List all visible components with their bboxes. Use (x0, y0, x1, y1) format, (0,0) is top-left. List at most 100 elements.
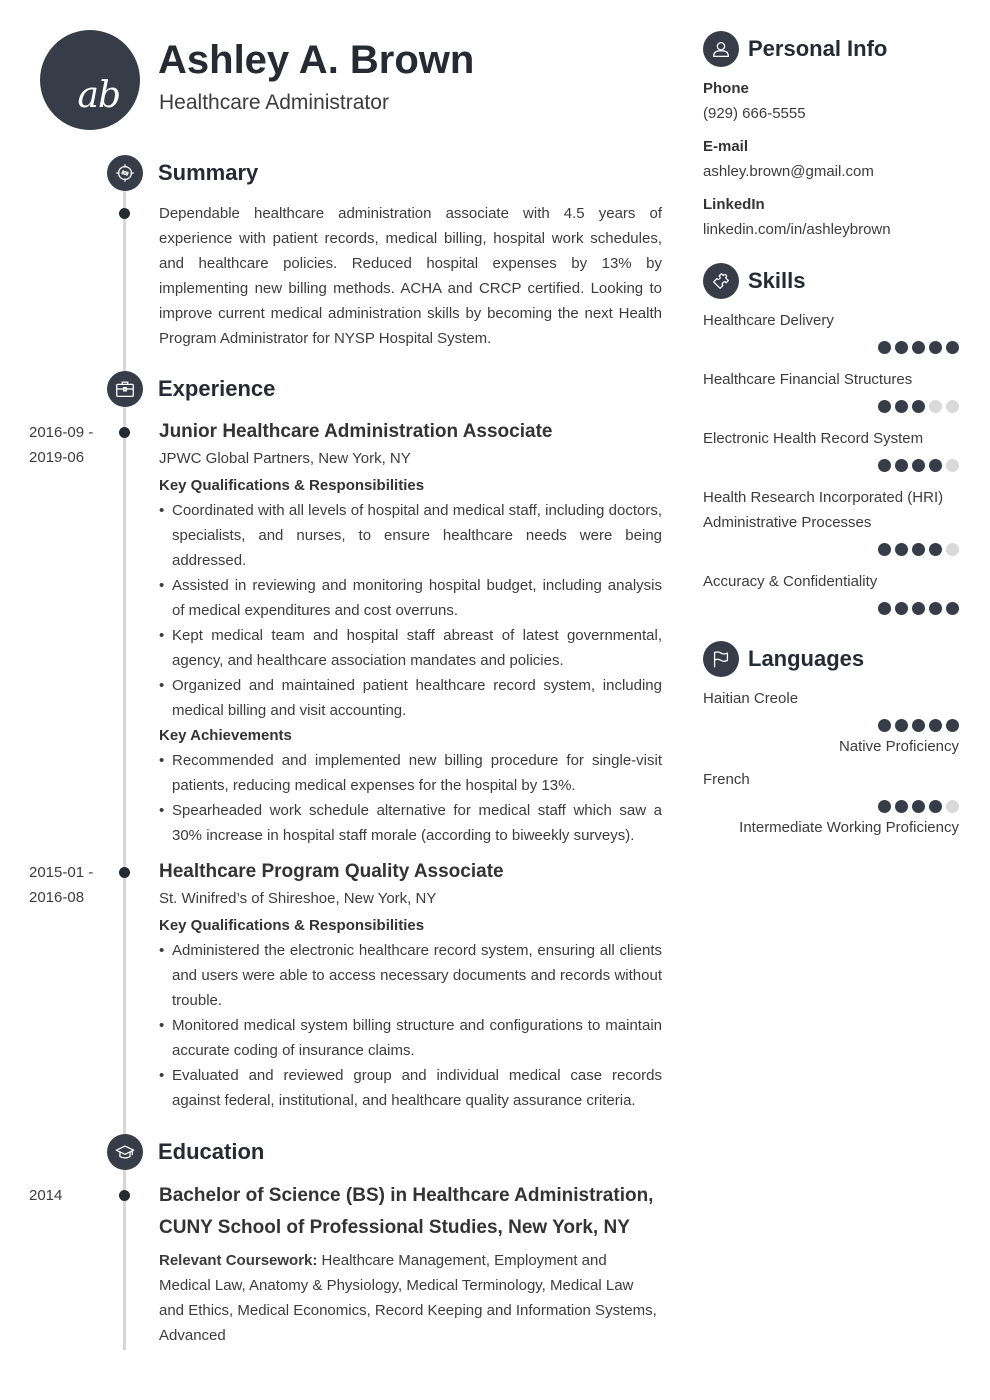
rating-dot-filled (946, 602, 959, 615)
timeline-dot (119, 208, 130, 219)
rating-dot-filled (878, 341, 891, 354)
rating-dot-filled (929, 341, 942, 354)
rating-dot-filled (912, 341, 925, 354)
language-level: Native Proficiency (838, 738, 959, 755)
rating-dot-filled (878, 602, 891, 615)
achievements-list: Recommended and implemented new billing … (159, 748, 662, 848)
coursework-label: Relevant Coursework: (159, 1252, 318, 1269)
briefcase-icon (107, 371, 143, 407)
rating-dot-filled (929, 800, 942, 813)
skill-name: Healthcare Delivery (703, 312, 834, 329)
rating-dot-filled (878, 400, 891, 413)
rating-dot-empty (946, 543, 959, 556)
job-date: 2016-09 - 2019-06 (29, 420, 109, 470)
responsibilities-list: Administered the electronic healthcare r… (159, 938, 662, 1113)
languages-list: Haitian Creole Native Proficiency French… (703, 686, 959, 840)
avatar-initials: ab (77, 75, 121, 116)
education-date: 2014 (29, 1187, 63, 1204)
rating-dot-filled (929, 602, 942, 615)
rating-dot-filled (929, 543, 942, 556)
info-linkedin: LinkedIn linkedin.com/in/ashleybrown (703, 192, 959, 242)
rating-dot-filled (878, 800, 891, 813)
coursework: Relevant Coursework: Healthcare Manageme… (159, 1248, 662, 1348)
list-item: Recommended and implemented new billing … (159, 748, 662, 798)
skill-item: Healthcare Financial Structures (703, 367, 959, 413)
rating-dot-filled (895, 341, 908, 354)
language-name: Haitian Creole (703, 690, 799, 707)
skill-item: Accuracy & Confidentiality (703, 569, 959, 615)
list-item: Organized and maintained patient healthc… (159, 673, 662, 723)
language-item: French Intermediate Working Proficiency (703, 767, 959, 840)
rating-dot-empty (946, 800, 959, 813)
rating-dot-empty (946, 400, 959, 413)
info-value: ashley.brown@gmail.com (703, 163, 874, 180)
skill-rating (703, 400, 959, 413)
info-phone: Phone (929) 666-5555 (703, 76, 959, 126)
job-title: Healthcare Program Quality Associate (159, 861, 504, 882)
job-company: JPWC Global Partners, New York, NY (159, 450, 411, 467)
skill-rating (703, 459, 959, 472)
job-date-start: 2015-01 - (29, 864, 94, 881)
list-item: Evaluated and reviewed group and individ… (159, 1063, 662, 1113)
timeline-dot (119, 427, 130, 438)
rating-dot-filled (929, 459, 942, 472)
candidate-name: Ashley A. Brown (158, 38, 475, 82)
job-date-end: 2019-06 (29, 449, 85, 466)
rating-dot-filled (912, 543, 925, 556)
achievements-heading: Key Achievements (159, 727, 292, 744)
list-item: Monitored medical system billing structu… (159, 1013, 662, 1063)
job-date-end: 2016-08 (29, 889, 85, 906)
rating-dot-filled (895, 719, 908, 732)
list-item: Spearheaded work schedule alternative fo… (159, 798, 662, 848)
rating-dot-filled (878, 459, 891, 472)
skill-rating (703, 602, 959, 615)
skills-list: Healthcare Delivery Healthcare Financial… (703, 308, 959, 615)
rating-dot-filled (912, 459, 925, 472)
info-label: LinkedIn (703, 196, 765, 213)
rating-dot-filled (929, 719, 942, 732)
rating-dot-filled (912, 400, 925, 413)
personal-info-heading: Personal Info (748, 36, 888, 61)
skills-heading: Skills (748, 268, 806, 293)
avatar: ab (40, 30, 140, 130)
skill-item: Electronic Health Record System (703, 426, 959, 472)
language-item: Haitian Creole Native Proficiency (703, 686, 959, 759)
skill-name: Accuracy & Confidentiality (703, 573, 878, 590)
summary-text: Dependable healthcare administration ass… (159, 205, 662, 347)
job-entry: Junior Healthcare Administration Associa… (159, 419, 662, 848)
language-name: French (703, 771, 750, 788)
responsibilities-heading: Key Qualifications & Responsibilities (159, 917, 425, 934)
rating-dot-filled (878, 543, 891, 556)
info-value: linkedin.com/in/ashleybrown (703, 221, 891, 238)
responsibilities-list: Coordinated with all levels of hospital … (159, 498, 662, 723)
rating-dot-filled (895, 602, 908, 615)
target-icon (107, 155, 143, 191)
timeline-dot (119, 867, 130, 878)
job-date: 2015-01 - 2016-08 (29, 860, 109, 910)
job-entry: Healthcare Program Quality Associate St.… (159, 859, 662, 1113)
rating-dot-filled (912, 800, 925, 813)
rating-dot-filled (878, 719, 891, 732)
job-title: Junior Healthcare Administration Associa… (159, 421, 553, 442)
list-item: Assisted in reviewing and monitoring hos… (159, 573, 662, 623)
degree-title: Bachelor of Science (BS) in Healthcare A… (159, 1185, 654, 1238)
list-item: Administered the electronic healthcare r… (159, 938, 662, 1013)
skill-name: Electronic Health Record System (703, 430, 924, 447)
skill-rating (703, 543, 959, 556)
list-item: Coordinated with all levels of hospital … (159, 498, 662, 573)
flag-icon (703, 641, 739, 677)
education-heading: Education (158, 1139, 265, 1164)
rating-dot-filled (895, 459, 908, 472)
info-label: E-mail (703, 138, 749, 155)
rating-dot-empty (946, 459, 959, 472)
responsibilities-heading: Key Qualifications & Responsibilities (159, 477, 425, 494)
job-company: St. Winifred’s of Shireshoe, New York, N… (159, 890, 437, 907)
skill-item: Healthcare Delivery (703, 308, 959, 354)
info-email: E-mail ashley.brown@gmail.com (703, 134, 959, 184)
skill-rating (703, 341, 959, 354)
timeline-dot (119, 1190, 130, 1201)
timeline-line (123, 170, 126, 1350)
job-date-start: 2016-09 - (29, 424, 94, 441)
user-icon (703, 31, 739, 67)
rating-dot-filled (946, 719, 959, 732)
